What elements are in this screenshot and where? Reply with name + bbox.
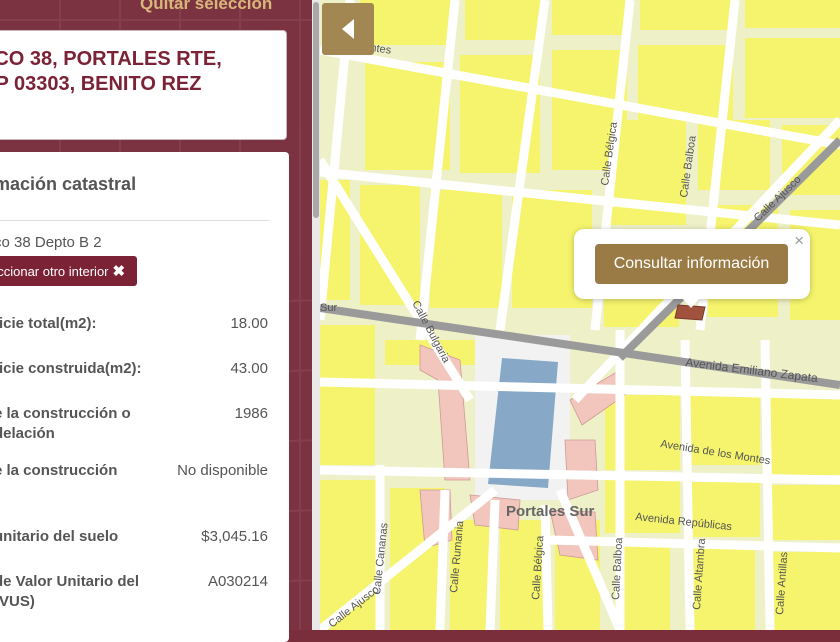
row-value: 1986 — [234, 405, 268, 422]
address-card: SCO 38, PORTALES RTE, CP 03303, BENITO R… — [0, 30, 287, 140]
row-value: A030214 — [207, 573, 268, 590]
clear-selection-link[interactable]: Quitar selección — [140, 0, 272, 14]
row-label: e la construcción — [0, 462, 118, 479]
row-value: $3,045.16 — [201, 528, 268, 545]
chevron-left-icon — [342, 19, 354, 39]
consult-info-button[interactable]: Consultar información — [595, 244, 788, 284]
cadastral-info-card: mación catastral co 38 Depto B 2 ecciona… — [0, 152, 289, 642]
street-label: Sur — [320, 302, 337, 314]
row-value: 43.00 — [230, 360, 268, 377]
divider — [0, 220, 269, 221]
info-title: mación catastral — [0, 174, 137, 194]
popup-pointer — [681, 297, 701, 308]
map-view[interactable]: antes Calle Bélgica Calle Balboa Calle A… — [320, 0, 840, 630]
row-label: de Valor Unitario del (VUS) — [0, 573, 140, 610]
select-other-interior-button[interactable]: eccionar otro interior ✖ — [0, 256, 137, 286]
map-popup: × Consultar información — [574, 229, 810, 299]
unit-label: co 38 Depto B 2 — [0, 234, 102, 251]
address-text: SCO 38, PORTALES RTE, CP 03303, BENITO R… — [0, 48, 222, 95]
neighborhood-label: Portales Sur — [506, 503, 595, 520]
row-label: unitario del suelo — [0, 528, 119, 545]
collapse-panel-button[interactable] — [322, 3, 374, 55]
row-label: ficie total(m2): — [0, 315, 97, 332]
street-label: Avenida Emiliano Zapata — [685, 355, 819, 385]
close-icon: ✖ — [112, 263, 126, 280]
close-icon[interactable]: × — [794, 231, 804, 251]
scrollbar-thumb[interactable] — [313, 2, 319, 218]
row-value: No disponible — [177, 462, 268, 479]
row-label: ficie construida(m2): — [0, 360, 142, 377]
row-value: 18.00 — [230, 315, 268, 332]
select-other-interior-label: eccionar otro interior — [0, 263, 109, 279]
row-label: e la construcción o delación — [0, 405, 131, 442]
map-canvas[interactable]: antes Calle Bélgica Calle Balboa Calle A… — [320, 0, 840, 630]
